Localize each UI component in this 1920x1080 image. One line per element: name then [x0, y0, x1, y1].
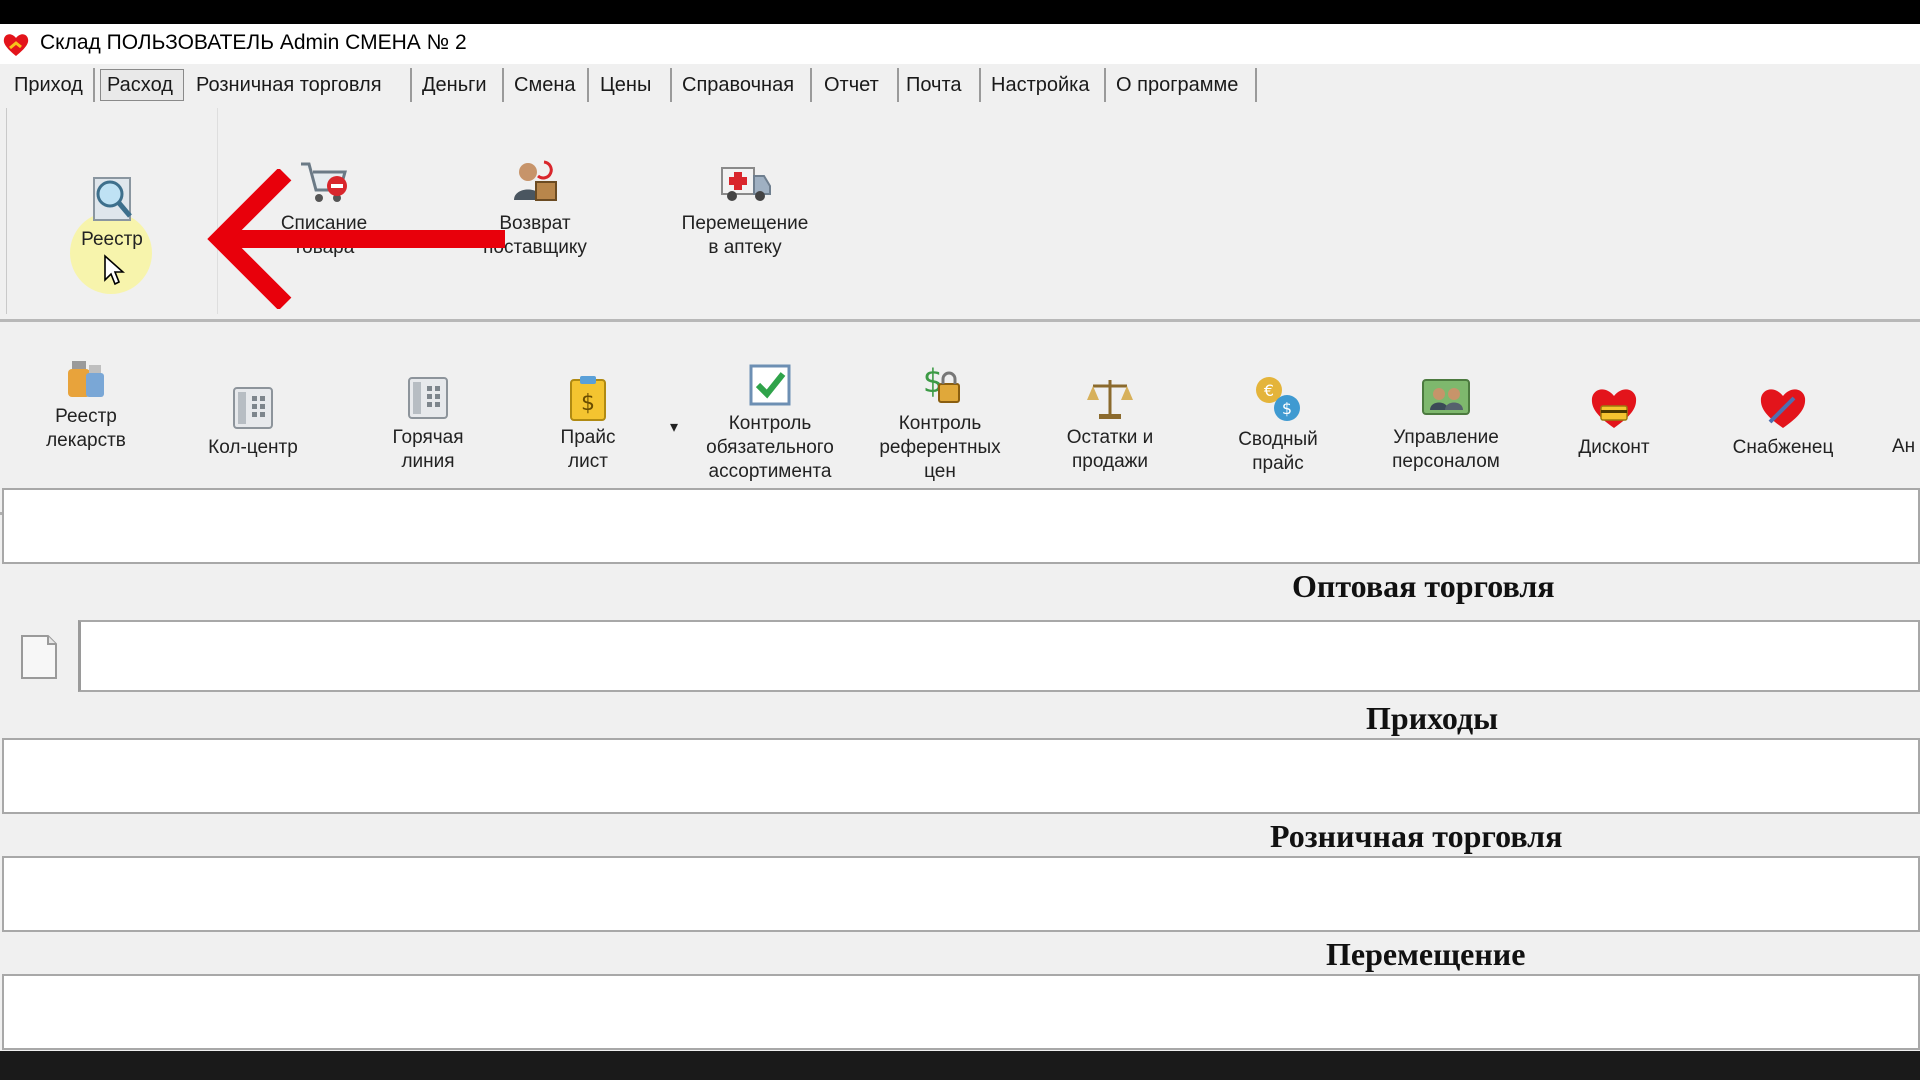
tool-registry[interactable]: Реестр [62, 174, 162, 252]
tool-partial[interactable]: Ан [1892, 435, 1920, 459]
hotline-phone-icon [408, 377, 448, 419]
phone-icon [233, 387, 273, 429]
currency-exchange-icon: € $ [1256, 377, 1300, 421]
tool-price-list-label: Прайс лист [560, 427, 616, 472]
window-title: Склад ПОЛЬЗОВАТЕЛЬ Admin СМЕНА № 2 [40, 31, 467, 54]
title-bar: Склад ПОЛЬЗОВАТЕЛЬ Admin СМЕНА № 2 [0, 24, 1920, 64]
bottom-black-bar [0, 1051, 1920, 1080]
tool-staff-management-label: Управление персоналом [1392, 427, 1500, 472]
magnifier-icon [93, 177, 132, 221]
staff-icon [1422, 379, 1470, 415]
mouse-cursor-icon [104, 254, 125, 286]
tool-assortment-control[interactable]: Контроль обязательного ассортимента [690, 362, 850, 484]
tool-supplier[interactable]: Снабженец [1720, 384, 1846, 460]
tool-discount-label: Дисконт [1578, 437, 1650, 458]
section-title-wholesale: Оптовая торговля [1292, 568, 1555, 604]
menu-item-settings[interactable]: Настройка [985, 68, 1106, 102]
tool-price-list[interactable]: $ Прайс лист [538, 374, 638, 474]
tool-staff-management[interactable]: Управление персоналом [1376, 374, 1516, 474]
svg-text:$: $ [1282, 399, 1292, 418]
tool-summary-price-label: Сводный прайс [1238, 429, 1318, 474]
tool-call-center-label: Кол-центр [208, 437, 298, 458]
discount-heart-icon [1591, 389, 1637, 428]
section-title-transfer: Перемещение [1326, 936, 1526, 972]
supply-heart-icon [1760, 389, 1806, 428]
menu-item-mail[interactable]: Почта [900, 68, 981, 102]
document-icon[interactable] [20, 634, 58, 680]
tool-registry-label: Реестр [81, 229, 143, 250]
tool-hotline-label: Горячая линия [392, 427, 464, 472]
svg-text:$: $ [581, 391, 595, 416]
medicine-bottles-icon [68, 361, 104, 397]
heart-icon [3, 34, 29, 56]
section-title-retail: Розничная торговля [1270, 818, 1563, 854]
retail-panel [2, 856, 1920, 932]
tool-reference-prices-label: Контроль референтных цен [879, 413, 1001, 482]
tool-partial-label: Ан [1892, 436, 1916, 457]
money-lock-icon: $ [923, 362, 960, 403]
price-list-dropdown-icon[interactable]: ▾ [664, 416, 684, 440]
tool-call-center[interactable]: Кол-центр [198, 384, 308, 460]
supplier-return-icon [514, 160, 557, 201]
svg-text:€: € [1264, 381, 1274, 400]
menu-item-reference[interactable]: Справочная [676, 68, 812, 102]
application-window: Склад ПОЛЬЗОВАТЕЛЬ Admin СМЕНА № 2 Прихо… [0, 24, 1920, 1051]
tool-transfer-pharmacy[interactable]: Перемещение в аптеку [670, 156, 820, 260]
tool-stock-sales[interactable]: Остатки и продажи [1050, 374, 1170, 474]
menu-item-report[interactable]: Отчет [818, 68, 899, 102]
tool-reference-prices[interactable]: $ Контроль референтных цен [868, 362, 1012, 484]
tool-assortment-control-label: Контроль обязательного ассортимента [706, 413, 834, 482]
wholesale-panel [78, 620, 1920, 692]
tool-stock-sales-label: Остатки и продажи [1066, 427, 1154, 472]
tool-drug-registry-label: Реестр лекарств [46, 406, 126, 451]
menu-item-raskhod[interactable]: Расход [100, 69, 184, 101]
menu-bar: Приход Расход Розничная торговля Деньги … [0, 68, 1920, 104]
checkbox-icon [749, 364, 791, 406]
top-empty-panel [2, 488, 1920, 564]
menu-item-shift[interactable]: Смена [508, 68, 589, 102]
scales-icon [1087, 380, 1133, 419]
section-title-receipts: Приходы [1366, 700, 1499, 736]
red-arrow-annotation [207, 169, 505, 309]
ambulance-icon [721, 167, 771, 201]
tool-drug-registry[interactable]: Реестр лекарств [18, 349, 154, 453]
menu-item-about[interactable]: О программе [1110, 68, 1257, 102]
price-clipboard-icon: $ [570, 376, 606, 421]
tool-summary-price[interactable]: € $ Сводный прайс [1220, 374, 1336, 476]
tool-discount[interactable]: Дисконт [1556, 384, 1672, 460]
menu-item-prices[interactable]: Цены [594, 68, 672, 102]
receipts-panel [2, 738, 1920, 814]
menu-item-retail[interactable]: Розничная торговля [190, 68, 412, 102]
tool-supplier-label: Снабженец [1732, 437, 1834, 458]
menu-item-prikhod[interactable]: Приход [8, 68, 95, 102]
menu-item-money[interactable]: Деньги [416, 68, 504, 102]
tool-hotline[interactable]: Горячая линия [378, 374, 478, 474]
transfer-panel [2, 974, 1920, 1050]
tool-transfer-pharmacy-label: Перемещение в аптеку [681, 213, 809, 258]
